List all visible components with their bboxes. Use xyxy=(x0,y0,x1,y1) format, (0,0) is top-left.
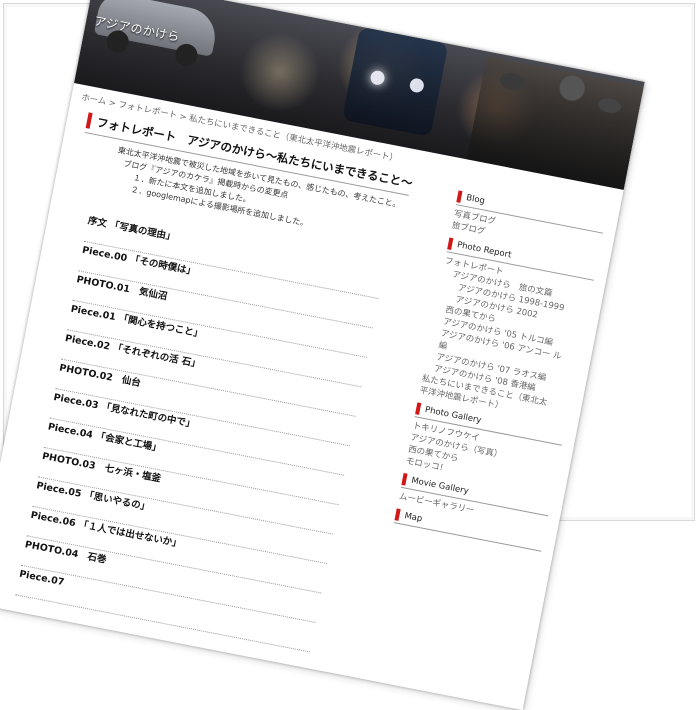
banner-tuktuk-photo xyxy=(341,26,449,137)
breadcrumb-separator: > xyxy=(178,111,188,123)
web-page: アジアのかけら ホーム > フォトレポート > 私たちにいまできること（東北太平… xyxy=(0,0,645,710)
breadcrumb-home[interactable]: ホーム xyxy=(80,93,107,108)
breadcrumb-section[interactable]: フォトレポート xyxy=(117,100,177,121)
banner-crowd-photo xyxy=(466,56,644,190)
breadcrumb-separator: > xyxy=(107,98,117,110)
table-of-contents: 序文 「写真の理由」 Piece.00 「その時僕は」 PHOTO.01 気仙沼… xyxy=(15,213,384,653)
